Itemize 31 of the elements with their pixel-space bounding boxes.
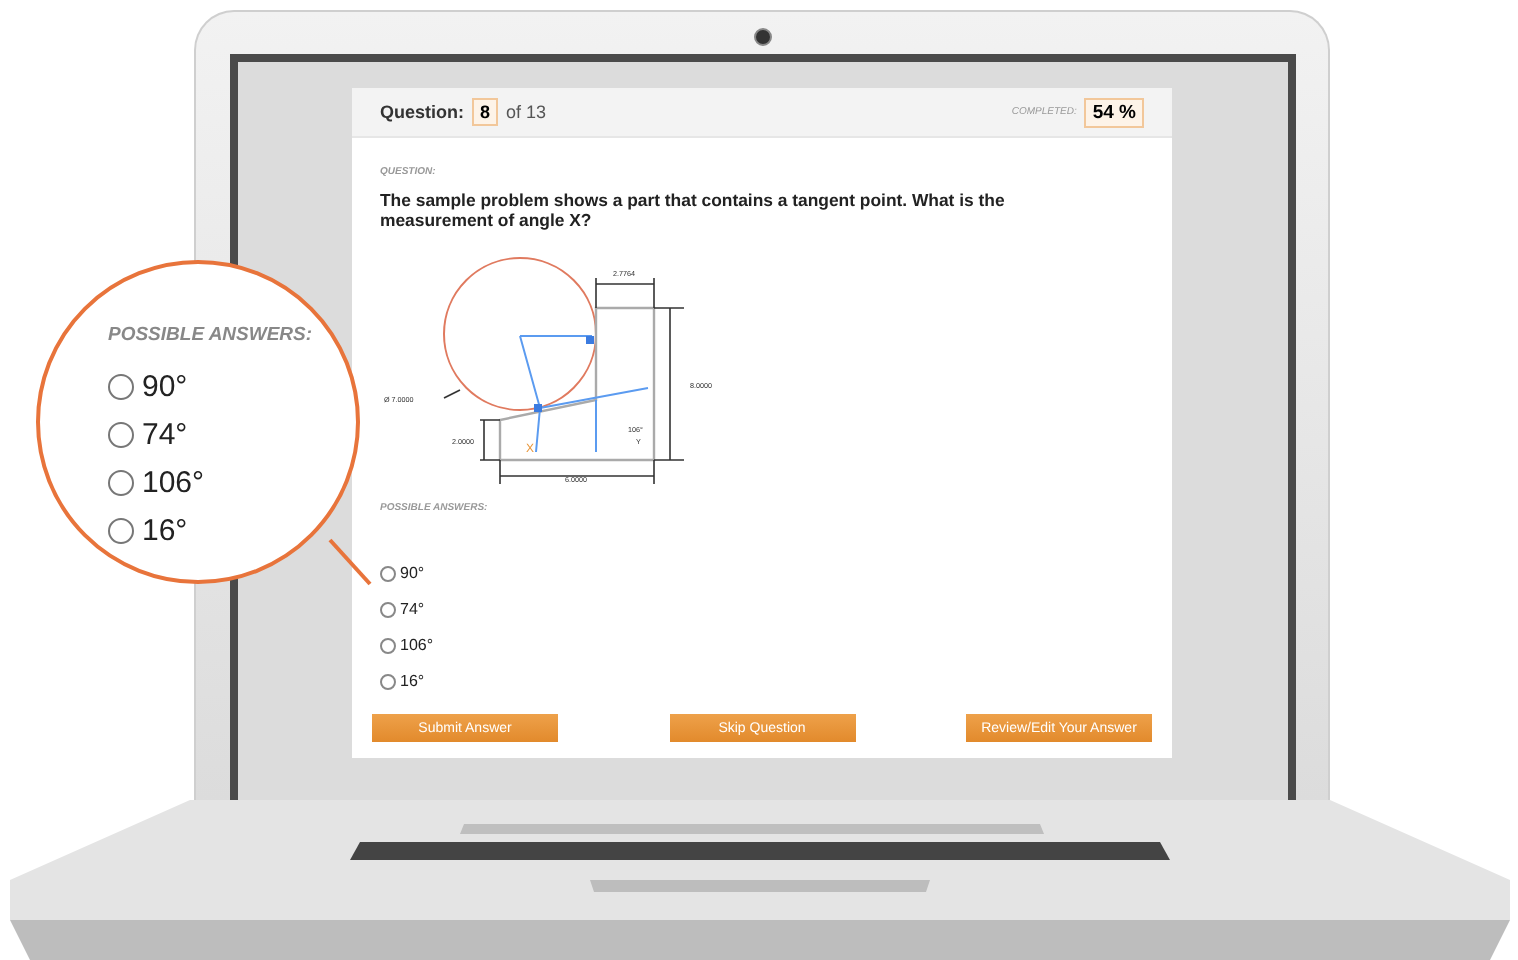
answer-option[interactable]: 74°	[108, 410, 356, 458]
camera-icon	[753, 28, 771, 46]
answers-label: POSSIBLE ANSWERS:	[108, 324, 315, 346]
answer-option[interactable]: 16°	[380, 668, 425, 695]
question-label: Question:	[380, 102, 464, 122]
answer-option[interactable]: 90°	[108, 362, 356, 410]
answer-text: 106°	[400, 636, 434, 655]
question-total: of 13	[506, 102, 547, 122]
answer-option[interactable]: 90°	[380, 560, 425, 587]
radio-button[interactable]	[380, 601, 396, 618]
answer-text: 74°	[142, 417, 188, 451]
radio-button[interactable]	[108, 517, 134, 543]
answer-option[interactable]: 74°	[380, 596, 425, 623]
answer-text: 90°	[142, 369, 188, 403]
answer-text: 90°	[400, 564, 425, 583]
radio-button[interactable]	[108, 373, 134, 399]
answer-text: 16°	[400, 672, 425, 691]
question-number: 8	[472, 98, 499, 126]
radio-button[interactable]	[108, 421, 134, 447]
completed-value: 54 %	[1084, 97, 1144, 127]
radio-button[interactable]	[380, 637, 396, 654]
answer-option[interactable]: 16°	[108, 506, 356, 554]
question-text: The sample problem shows a part that contains a tangent point. What is the measurement of angle X?	[380, 190, 1007, 232]
answer-option[interactable]: 106°	[108, 458, 356, 506]
radio-button[interactable]	[380, 565, 396, 582]
answer-text: 106°	[142, 465, 205, 499]
radio-button[interactable]	[380, 673, 396, 690]
answer-text: 74°	[400, 600, 425, 619]
answer-text: 16°	[142, 513, 188, 547]
answer-option[interactable]: 106°	[380, 632, 434, 659]
radio-button[interactable]	[108, 469, 134, 495]
